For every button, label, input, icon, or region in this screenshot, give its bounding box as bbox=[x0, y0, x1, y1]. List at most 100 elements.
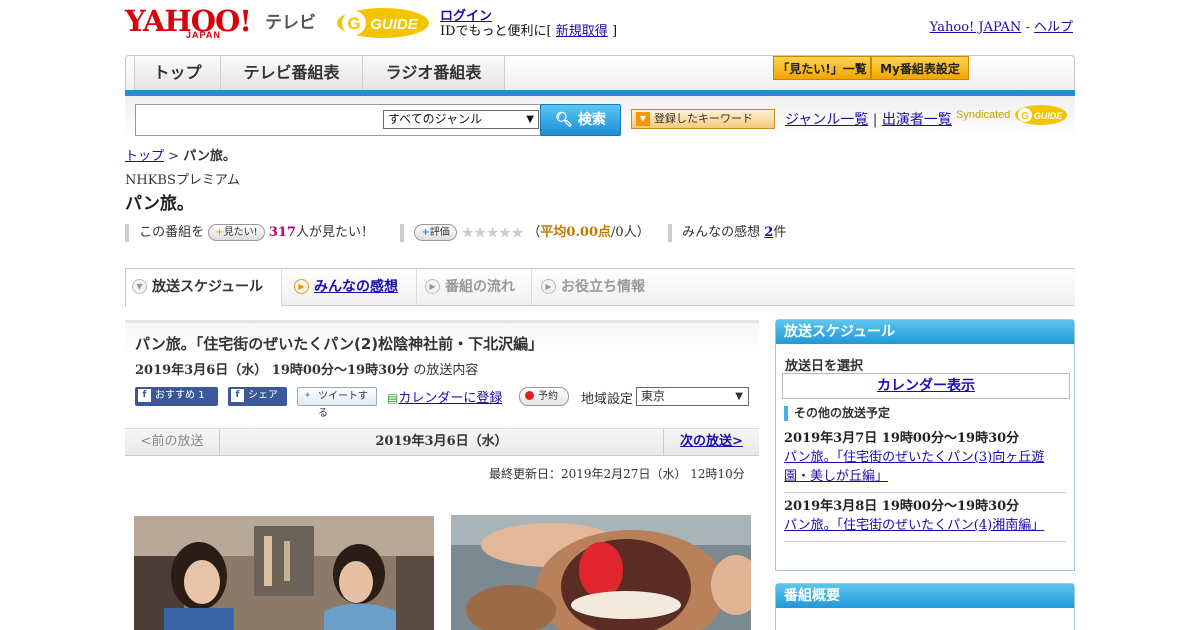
gguide-logo[interactable]: G GUIDE bbox=[334, 6, 432, 40]
tab-useful-info: ▶ お役立ち情報 bbox=[535, 269, 665, 305]
facebook-share-label: シェア bbox=[248, 390, 278, 401]
search-links: ジャンル一覧 | 出演者一覧 bbox=[785, 109, 952, 129]
select-arrow-icon: ▼ bbox=[526, 114, 534, 125]
facebook-recommend-button[interactable]: f おすすめ 1 bbox=[135, 387, 218, 406]
episode-datetime-suffix: の放送内容 bbox=[413, 363, 479, 378]
calendar-register-link[interactable]: カレンダーに登録 bbox=[398, 391, 502, 406]
tab-arrow-right-icon: ▶ bbox=[425, 279, 440, 294]
breadcrumb-separator: > bbox=[168, 149, 180, 164]
login-sub: IDでもっと便利に[ 新規取得 ] bbox=[440, 20, 617, 39]
rating-count: /0人 bbox=[611, 225, 637, 240]
next-broadcast: 次の放送> bbox=[663, 429, 759, 455]
rating-button[interactable]: +評価 bbox=[414, 224, 457, 241]
svg-text:G: G bbox=[347, 14, 360, 33]
search-button-label: 検索 bbox=[577, 112, 606, 128]
rating-stars-icon: ★★★★★ bbox=[460, 223, 524, 242]
svg-text:GUIDE: GUIDE bbox=[1033, 111, 1063, 121]
next-broadcast-link[interactable]: 次の放送> bbox=[680, 434, 743, 449]
episode-photo-hosts-image bbox=[134, 516, 434, 630]
registered-keywords-label: 登録したキーワード bbox=[654, 112, 753, 125]
other-broadcasts-title: その他の放送予定 bbox=[784, 406, 890, 421]
episode-actions: f おすすめ 1 f シェア ✦ ツイートする ▤カレンダーに登録 予約 地域設… bbox=[135, 387, 755, 419]
select-date-label: 放送日を選択 bbox=[785, 359, 864, 374]
facebook-recommend-label: おすすめ bbox=[155, 390, 195, 401]
want-suffix: 人が見たい！ bbox=[295, 225, 374, 240]
episode-datetime-value: 2019年3月6日（水） 19時00分～19時30分 bbox=[135, 363, 410, 378]
last-updated: 最終更新日：2019年2月27日（水） 12時10分 bbox=[489, 467, 745, 481]
yahoo-japan-logo-text: JAPAN bbox=[186, 30, 221, 40]
impressions-count-link[interactable]: 2 bbox=[764, 225, 773, 240]
tab-label: みんなの感想 bbox=[314, 279, 398, 295]
gguide-logo-icon: G GUIDE bbox=[337, 8, 429, 38]
nav-tab-top[interactable]: トップ bbox=[134, 56, 221, 90]
registered-keywords-button[interactable]: ▼ 登録したキーワード bbox=[631, 109, 775, 129]
program-subtabs: ▼ 放送スケジュール ▶ みんなの感想 ▶ 番組の流れ ▶ お役立ち情報 bbox=[125, 268, 1075, 307]
other-broadcast-datetime: 2019年3月8日 19時00分～19時30分 bbox=[784, 499, 1020, 514]
stat-divider bbox=[667, 223, 672, 242]
other-broadcast-item: 2019年3月7日 19時00分～19時30分 パン旅。「住宅街のぜいたくパン(… bbox=[784, 429, 1066, 493]
top-links-separator: - bbox=[1025, 20, 1030, 35]
region-label: 地域設定 bbox=[581, 392, 634, 407]
breadcrumb: トップ > パン旅。 bbox=[125, 145, 236, 164]
overview-panel: 番組概要 bbox=[775, 583, 1075, 630]
nav-tab-tv-schedule[interactable]: テレビ番組表 bbox=[220, 56, 363, 90]
wishlist-button[interactable]: 「見たい!」一覧 bbox=[773, 56, 871, 80]
calendar-display-link[interactable]: カレンダー表示 bbox=[877, 378, 975, 394]
other-broadcast-link[interactable]: パン旅。「住宅街のぜいたくパン(3)向ヶ丘遊園・美しが丘編」 bbox=[784, 450, 1044, 484]
facebook-icon: f bbox=[231, 389, 244, 402]
tab-broadcast-schedule[interactable]: ▼ 放送スケジュール bbox=[125, 269, 282, 307]
breadcrumb-top-link[interactable]: トップ bbox=[125, 149, 164, 164]
program-title: パン旅。 bbox=[125, 194, 194, 214]
performer-list-link[interactable]: 出演者一覧 bbox=[882, 112, 952, 128]
want-button[interactable]: +見たい! bbox=[208, 224, 265, 241]
tab-arrow-down-icon: ▼ bbox=[132, 279, 147, 294]
yahoo-japan-link[interactable]: Yahoo! JAPAN bbox=[930, 20, 1022, 35]
svg-text:G: G bbox=[1021, 111, 1029, 122]
search-button[interactable]: 🔍︎ 検索 bbox=[540, 104, 621, 136]
genre-select-value: すべてのジャンル bbox=[388, 112, 483, 126]
tab-impressions[interactable]: ▶ みんなの感想 bbox=[288, 269, 417, 305]
episode-title: パン旅。「住宅街のぜいたくパン(2)松陰神社前・下北沢編」 bbox=[135, 335, 544, 353]
breadcrumb-current: パン旅。 bbox=[183, 149, 236, 164]
svg-text:GUIDE: GUIDE bbox=[370, 16, 419, 33]
prev-broadcast: <前の放送 bbox=[125, 429, 220, 455]
plus-icon: + bbox=[421, 227, 430, 238]
reserve-button[interactable]: 予約 bbox=[519, 387, 569, 406]
other-broadcast-link[interactable]: パン旅。「住宅街のぜいたくパン(4)湘南編」 bbox=[784, 518, 1044, 533]
calendar-display-button[interactable]: カレンダー表示 bbox=[782, 373, 1070, 399]
want-count: 317 bbox=[268, 225, 296, 240]
select-arrow-icon: ▼ bbox=[735, 391, 743, 402]
rating-open: （ bbox=[527, 225, 541, 240]
genre-list-link[interactable]: ジャンル一覧 bbox=[785, 112, 868, 128]
tab-arrow-right-icon: ▶ bbox=[294, 279, 309, 294]
tab-arrow-right-icon: ▶ bbox=[541, 279, 556, 294]
rating-close: ） bbox=[636, 225, 650, 240]
twitter-bird-icon: ✦ bbox=[303, 391, 312, 401]
tab-label: 番組の流れ bbox=[445, 279, 515, 295]
record-dot-icon bbox=[525, 391, 534, 400]
rating-button-label: 評価 bbox=[429, 227, 450, 238]
login-sub-suffix: ] bbox=[611, 24, 618, 39]
my-schedule-settings-button[interactable]: My番組表設定 bbox=[871, 56, 969, 80]
genre-select[interactable]: すべてのジャンル ▼ bbox=[383, 110, 539, 129]
facebook-share-button[interactable]: f シェア bbox=[228, 387, 287, 406]
region-select[interactable]: 東京 ▼ bbox=[636, 387, 749, 406]
tv-label[interactable]: テレビ bbox=[265, 8, 316, 33]
stat-divider bbox=[125, 223, 129, 242]
search-icon: 🔍︎ bbox=[555, 112, 573, 128]
top-links: Yahoo! JAPAN - ヘルプ bbox=[930, 16, 1073, 35]
help-link[interactable]: ヘルプ bbox=[1034, 20, 1073, 35]
tweet-button[interactable]: ✦ ツイートする bbox=[297, 387, 377, 419]
stat-divider bbox=[400, 223, 405, 242]
gguide-small-logo-icon: G GUIDE bbox=[1014, 105, 1067, 125]
episode-photo-bread-image bbox=[451, 515, 751, 630]
signup-link[interactable]: 新規取得 bbox=[556, 24, 608, 39]
broadcast-pager: <前の放送 2019年3月6日（水） 次の放送> bbox=[125, 428, 759, 456]
want-button-label: 見たい! bbox=[223, 227, 258, 238]
overview-panel-title: 番組概要 bbox=[776, 584, 1074, 608]
episode-photo-hosts bbox=[134, 516, 434, 630]
tab-label: 放送スケジュール bbox=[152, 279, 264, 295]
schedule-panel-title: 放送スケジュール bbox=[776, 320, 1074, 344]
episode-datetime: 2019年3月6日（水） 19時00分～19時30分 の放送内容 bbox=[135, 359, 478, 378]
nav-tab-radio-schedule[interactable]: ラジオ番組表 bbox=[362, 56, 505, 90]
